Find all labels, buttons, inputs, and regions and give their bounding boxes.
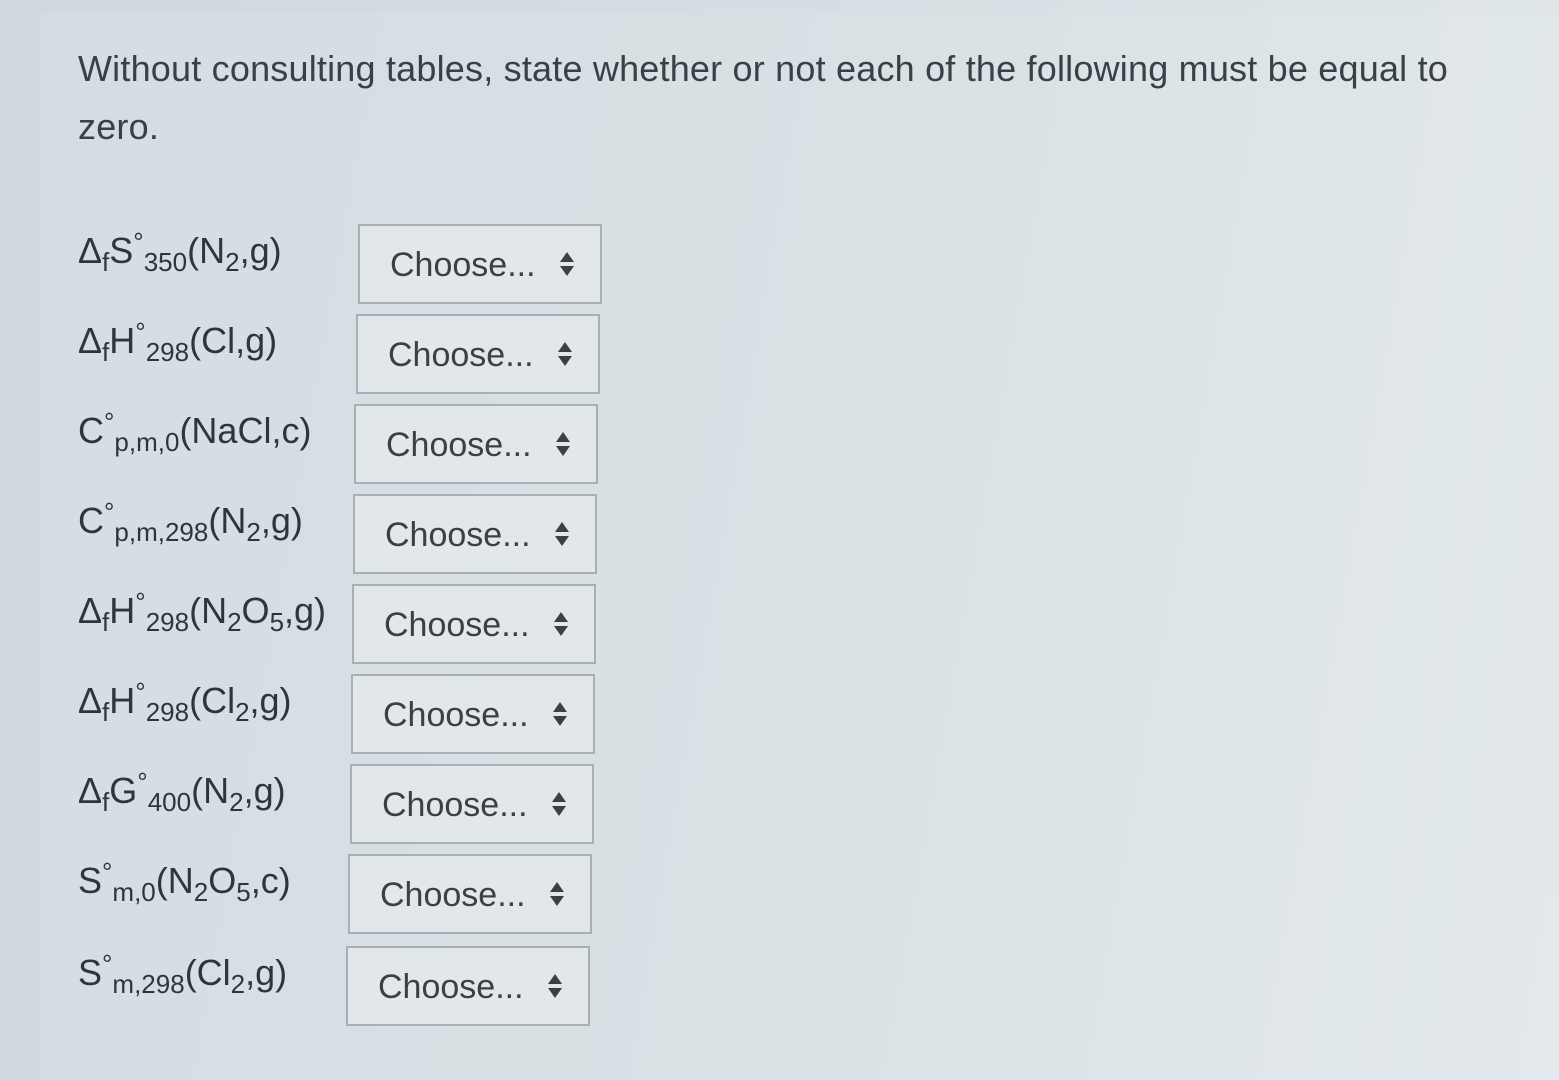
row-1: ΔfS°350(N2,g) Choose...: [70, 222, 630, 308]
answer-select[interactable]: Choose...: [351, 674, 595, 754]
answer-select[interactable]: Choose...: [354, 404, 598, 484]
select-value: Choose...: [380, 876, 526, 914]
row-5: ΔfH°298(N2O5,g) Choose...: [70, 582, 630, 668]
quantity-label: ΔfS°350(N2,g): [78, 227, 282, 277]
row-4: C°p,m,298(N2,g) Choose...: [70, 492, 630, 578]
quantity-label: S°m,298(Cl2,g): [78, 949, 288, 999]
answer-select[interactable]: Choose...: [346, 946, 590, 1026]
select-value: Choose...: [383, 696, 529, 734]
up-down-arrows-icon: [548, 974, 562, 1002]
question-text: Without consulting tables, state whether…: [78, 48, 1448, 147]
row-2: ΔfH°298(Cl,g) Choose...: [70, 312, 630, 398]
quantity-label: C°p,m,0(NaCl,c): [78, 407, 312, 457]
quantity-label: ΔfH°298(Cl,g): [78, 317, 278, 367]
select-value: Choose...: [386, 426, 532, 464]
quantity-label: ΔfH°298(Cl2,g): [78, 677, 292, 727]
quantity-label: ΔfH°298(N2O5,g): [78, 587, 327, 637]
row-8: S°m,0(N2O5,c) Choose...: [70, 852, 630, 938]
row-9: S°m,298(Cl2,g) Choose...: [70, 944, 630, 1030]
answer-select[interactable]: Choose...: [358, 224, 602, 304]
select-value: Choose...: [385, 516, 531, 554]
up-down-arrows-icon: [556, 432, 570, 460]
up-down-arrows-icon: [553, 702, 567, 730]
up-down-arrows-icon: [554, 612, 568, 640]
select-value: Choose...: [382, 786, 528, 824]
answer-select[interactable]: Choose...: [350, 764, 594, 844]
up-down-arrows-icon: [558, 342, 572, 370]
row-3: C°p,m,0(NaCl,c) Choose...: [70, 402, 630, 488]
quantity-label: S°m,0(N2O5,c): [78, 857, 291, 907]
answer-select[interactable]: Choose...: [352, 584, 596, 664]
row-7: ΔfG°400(N2,g) Choose...: [70, 762, 630, 848]
answer-select[interactable]: Choose...: [353, 494, 597, 574]
up-down-arrows-icon: [560, 252, 574, 280]
up-down-arrows-icon: [555, 522, 569, 550]
quantity-label: C°p,m,298(N2,g): [78, 497, 303, 547]
select-value: Choose...: [388, 336, 534, 374]
select-value: Choose...: [390, 246, 536, 284]
row-6: ΔfH°298(Cl2,g) Choose...: [70, 672, 630, 758]
up-down-arrows-icon: [552, 792, 566, 820]
quantity-label: ΔfG°400(N2,g): [78, 767, 286, 817]
answer-select[interactable]: Choose...: [348, 854, 592, 934]
up-down-arrows-icon: [550, 882, 564, 910]
answer-select[interactable]: Choose...: [356, 314, 600, 394]
select-value: Choose...: [384, 606, 530, 644]
select-value: Choose...: [378, 968, 524, 1006]
